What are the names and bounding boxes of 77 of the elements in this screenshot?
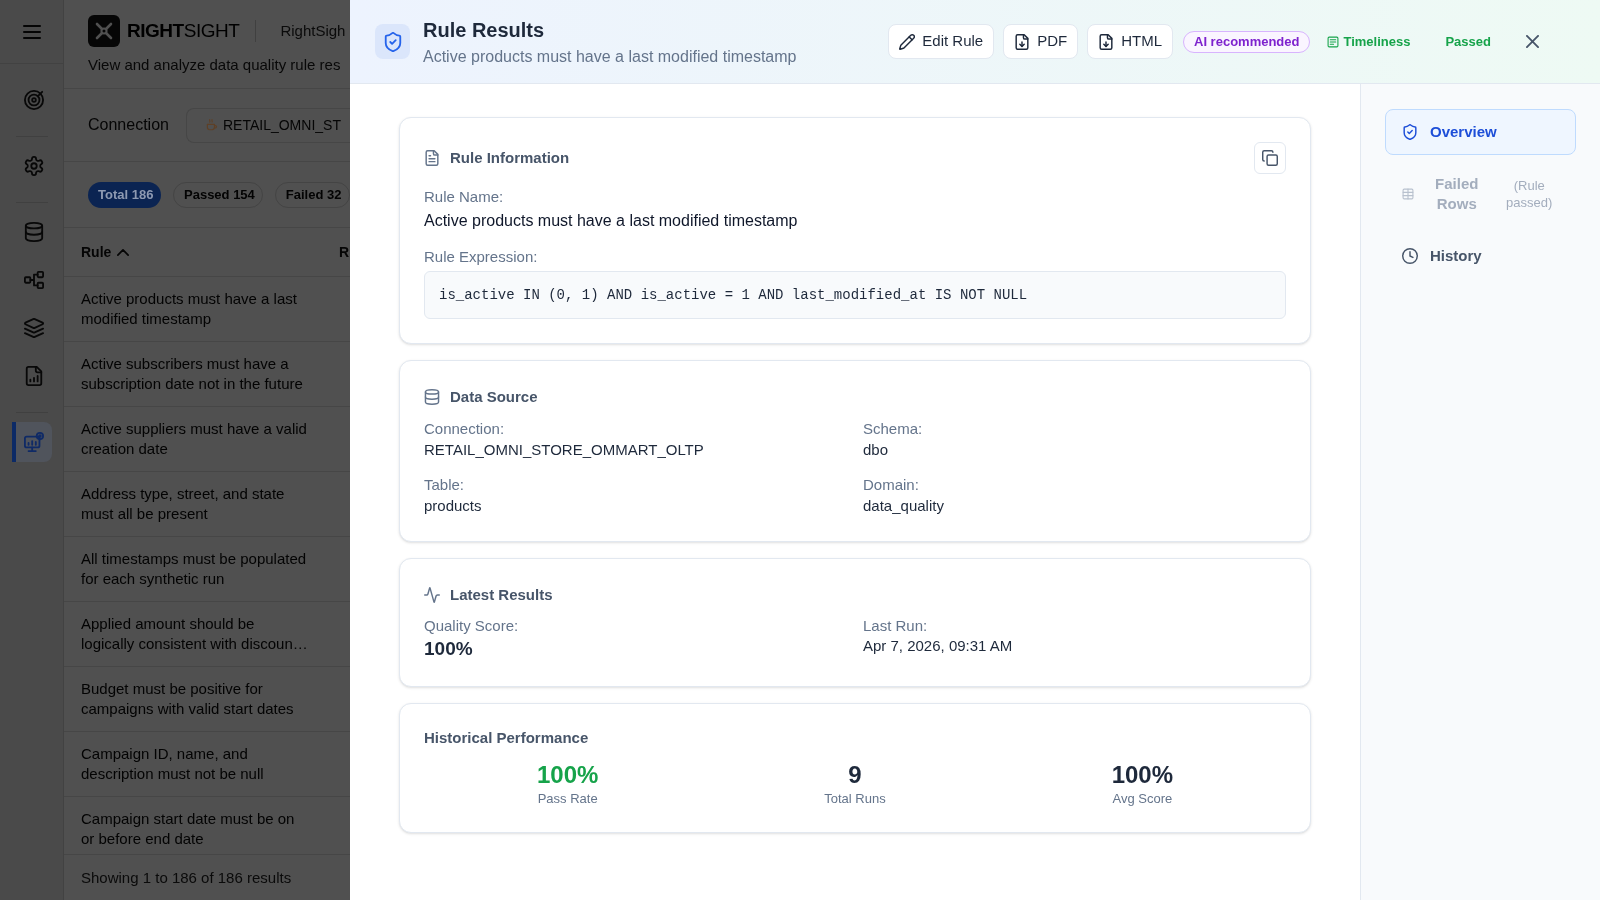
- field-label: Connection:: [424, 419, 505, 439]
- app-name: RightSigh: [280, 21, 346, 41]
- brand-name: RIGHTSIGHT: [127, 19, 240, 43]
- nav-tab[interactable]: Overview: [1385, 109, 1576, 155]
- table-cell-text: Active subscribers must have a subscription date not in the future: [81, 354, 304, 394]
- shield-icon: [1402, 124, 1418, 140]
- copy-button[interactable]: [1254, 142, 1286, 174]
- table-cell-text: Active suppliers must have a valid creation date: [81, 419, 308, 459]
- menu-icon[interactable]: [22, 22, 41, 41]
- stat-value: 100%: [536, 761, 599, 789]
- field-value: dbo: [863, 440, 889, 460]
- field-label: Domain:: [863, 475, 919, 495]
- download-button[interactable]: HTML: [1087, 24, 1173, 59]
- monitor-icon: [23, 432, 44, 452]
- status-label: Passed: [1444, 32, 1492, 51]
- network-icon: [23, 270, 44, 290]
- section-title: Latest Results: [450, 585, 553, 605]
- pencil-icon: [899, 33, 916, 50]
- field-label: Quality Score:: [424, 616, 519, 636]
- target-icon: [23, 90, 44, 110]
- report-icon: [23, 366, 44, 386]
- file-download-icon: [1014, 33, 1031, 50]
- field-value: RETAIL_OMNI_STORE_OMMART_OLTP: [424, 440, 704, 460]
- field-label: Rule Expression:: [424, 247, 539, 267]
- stat-label: Avg Score: [1112, 790, 1173, 808]
- stat-value: 100%: [1111, 761, 1173, 789]
- filter-chip[interactable]: Total 186: [88, 181, 161, 208]
- table-cell-text: Campaign start date must be on or before end date: [81, 809, 296, 849]
- sidebar-nav-button[interactable]: [11, 422, 52, 462]
- table-cell-text: Address type, street, and state must all be present: [81, 484, 286, 524]
- clock-icon: [1402, 248, 1418, 264]
- download-button[interactable]: PDF: [1003, 24, 1079, 59]
- table-cell-text: All timestamps must be populated for each synthetic run: [81, 549, 308, 589]
- pagination-summary: Showing 1 to 186 of 186 results: [81, 867, 292, 888]
- shield-icon: [375, 24, 410, 59]
- copy-icon: [1262, 150, 1278, 166]
- field-label: Schema:: [863, 419, 923, 439]
- recommendation-badge: AI recommended: [1183, 30, 1311, 53]
- page-subtitle: View and analyze data quality rule res: [88, 55, 342, 75]
- field-value: Active products must have a last modified timestamp: [424, 211, 799, 231]
- table-cell-text: Active products must have a last modified timestamp: [81, 289, 298, 329]
- file-download-icon: [1098, 33, 1115, 50]
- document-icon: [424, 150, 440, 166]
- nav-tab[interactable]: History: [1385, 233, 1576, 279]
- table-icon: [1402, 188, 1414, 200]
- stat-label: Total Runs: [824, 790, 886, 808]
- field-label: Table:: [424, 475, 465, 495]
- database-icon: [424, 389, 440, 405]
- cup-icon: [204, 118, 218, 132]
- stat-value: 9: [848, 761, 862, 789]
- tab-note: (Rule passed): [1505, 177, 1554, 211]
- activity-icon: [424, 587, 440, 603]
- list-icon: [1327, 35, 1340, 48]
- stat-label: Pass Rate: [537, 790, 598, 808]
- field-value: 100%: [424, 637, 473, 661]
- category-tag: Timeliness: [1319, 30, 1419, 53]
- close-icon: [1525, 35, 1539, 48]
- database-icon: [23, 222, 44, 242]
- rule-expression: is_active IN (0, 1) AND is_active = 1 AND last_modified_at IS NOT NULL: [424, 271, 1286, 319]
- field-label: Rule Name:: [424, 187, 505, 207]
- logo-icon: [88, 15, 120, 47]
- field-label: Last Run:: [863, 616, 928, 636]
- edit-button[interactable]: Edit Rule: [888, 24, 995, 59]
- connection-label: Connection: [88, 115, 169, 135]
- table-cell-text: Budget must be positive for campaigns with valid start dates: [81, 679, 295, 719]
- table-cell-text: Campaign ID, name, and description must not be null: [81, 744, 265, 784]
- panel-subtitle: Active products must have a last modified timestamp: [423, 46, 797, 67]
- section-title: Data Source: [450, 387, 538, 407]
- layers-icon: [23, 318, 44, 338]
- table-cell: Applied amount should be logically consistent with discoun…: [81, 614, 309, 654]
- field-value: data_quality: [863, 496, 944, 516]
- field-value: Apr 7, 2026, 09:31 AM: [863, 636, 1013, 656]
- section-title: Rule Information: [450, 148, 570, 168]
- settings-icon: [23, 156, 44, 176]
- field-value: products: [424, 496, 482, 516]
- section-title: Historical Performance: [424, 728, 589, 748]
- panel-title: Rule Results: [423, 17, 546, 43]
